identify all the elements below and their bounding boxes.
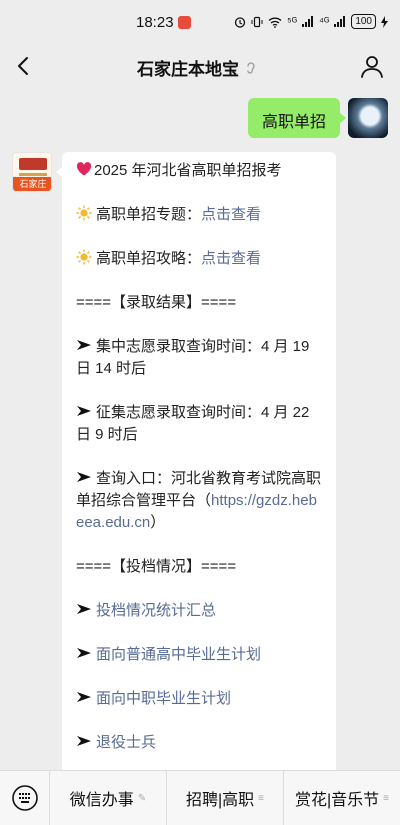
guide-label: 高职单招攻略： bbox=[96, 250, 202, 267]
topic-link[interactable]: 点击查看 bbox=[201, 206, 261, 223]
status-icons: ⁵ᴳ ⁴ᴳ 100 bbox=[234, 14, 388, 29]
profile-button[interactable] bbox=[358, 52, 386, 80]
signal-5g-label: ⁵ᴳ bbox=[287, 15, 298, 28]
section-header-filing: ====【投档情况】==== bbox=[76, 558, 237, 575]
sun-icon bbox=[76, 249, 92, 265]
menu-item-flowers-music[interactable]: 赏花|音乐节 ≡ bbox=[284, 771, 400, 825]
filing-summary-link[interactable]: 投档情况统计汇总 bbox=[96, 602, 216, 619]
menu-item-label: 招聘|高职 bbox=[185, 792, 255, 809]
signal-4g-label: ⁴ᴳ bbox=[319, 15, 330, 28]
arrow-right-icon bbox=[77, 648, 91, 658]
reply-line-veterans: 退役士兵 bbox=[76, 732, 322, 754]
reply-line-supplement-time: 征集志愿录取查询时间：4 月 22 日 9 时后 bbox=[76, 402, 322, 446]
heart-icon bbox=[76, 162, 92, 176]
arrow-right-icon bbox=[77, 692, 91, 702]
menu-item-recruitment[interactable]: 招聘|高职 ≡ bbox=[167, 770, 284, 825]
reply-bubble: 2025 年河北省高职单招报考 高职单招专题：点击查看 高职单招攻略：点击查看 … bbox=[56, 152, 336, 770]
chevron-left-icon bbox=[18, 57, 28, 75]
menu-lines-icon: ≡ bbox=[258, 792, 264, 804]
user-message: 高职单招 bbox=[247, 98, 388, 138]
nav-title: 石家庄本地宝 bbox=[137, 55, 257, 80]
brand-logo bbox=[13, 153, 51, 179]
keyboard-button[interactable] bbox=[0, 770, 50, 825]
reply-title-text: 2025 年河北省高职单招报考 bbox=[94, 162, 282, 179]
battery-indicator: 100 bbox=[351, 14, 376, 29]
arrow-right-icon bbox=[77, 604, 91, 614]
sun-icon bbox=[76, 205, 92, 221]
user-message-bubble[interactable]: 高职单招 bbox=[247, 98, 347, 138]
veterans-link[interactable]: 退役士兵 bbox=[96, 734, 156, 751]
reply-line-entry: 查询入口：河北省教育考试院高职单招综合管理平台（https://gzdz.heb… bbox=[76, 468, 322, 534]
vibrate-icon bbox=[251, 16, 263, 27]
user-avatar[interactable] bbox=[348, 98, 388, 138]
brand-avatar[interactable]: 石家庄 bbox=[12, 152, 52, 192]
ear-icon bbox=[247, 61, 255, 74]
menu-lines-icon: ≡ bbox=[383, 792, 389, 804]
arrow-right-icon bbox=[77, 472, 91, 482]
guide-link[interactable]: 点击查看 bbox=[201, 250, 261, 267]
reply-line-topic: 高职单招专题：点击查看 bbox=[76, 204, 322, 226]
reply-message: 石家庄 2025 年河北省高职单招报考 高职单招专题：点击查看 高职单招攻略：点… bbox=[12, 152, 336, 770]
keyboard-icon bbox=[11, 785, 38, 811]
charging-icon bbox=[381, 15, 388, 28]
highschool-plan-link[interactable]: 面向普通高中毕业生计划 bbox=[96, 646, 261, 663]
notification-icon bbox=[178, 16, 191, 29]
menu-item-label: 赏花|音乐节 bbox=[294, 792, 380, 809]
section-header-results: ====【录取结果】==== bbox=[76, 294, 237, 311]
bottom-menu-bar: 微信办事 ✎ 招聘|高职 ≡ 赏花|音乐节 ≡ bbox=[0, 770, 400, 825]
supplement-time-text: 征集志愿录取查询时间：4 月 22 日 9 时后 bbox=[76, 404, 310, 443]
menu-item-label: 微信办事 bbox=[69, 792, 134, 809]
entry-suffix: ） bbox=[150, 514, 166, 531]
reply-line-central-time: 集中志愿录取查询时间：4 月 19 日 14 时后 bbox=[76, 336, 322, 380]
signal-icon-2 bbox=[334, 16, 346, 27]
nav-bar: 石家庄本地宝 bbox=[0, 44, 400, 88]
back-button[interactable] bbox=[10, 52, 38, 80]
arrow-right-icon bbox=[77, 340, 91, 350]
reply-line-guide: 高职单招攻略：点击查看 bbox=[76, 248, 322, 270]
alarm-icon bbox=[234, 16, 246, 28]
person-icon bbox=[361, 56, 383, 78]
menu-item-wechat-services[interactable]: 微信办事 ✎ bbox=[50, 770, 167, 825]
wifi-icon bbox=[268, 17, 282, 28]
status-bar: 18:23 ⁵ᴳ ⁴ᴳ 100 bbox=[0, 0, 400, 44]
page-title: 石家庄本地宝 bbox=[137, 60, 239, 79]
chat-area[interactable]: 高职单招 石家庄 2025 年河北省高职单招报考 高职单招专题：点击查看 高职单… bbox=[0, 88, 400, 770]
arrow-right-icon bbox=[77, 736, 91, 746]
signal-icon bbox=[302, 16, 314, 27]
brand-avatar-label: 石家庄 bbox=[13, 177, 51, 191]
status-time: 18:23 bbox=[136, 14, 174, 31]
reply-line-vocational-plan: 面向中职毕业生计划 bbox=[76, 688, 322, 710]
reply-line-filing-summary: 投档情况统计汇总 bbox=[76, 600, 322, 622]
pencil-icon: ✎ bbox=[137, 792, 147, 804]
reply-line-title: 2025 年河北省高职单招报考 bbox=[76, 160, 322, 182]
central-time-text: 集中志愿录取查询时间：4 月 19 日 14 时后 bbox=[76, 338, 310, 377]
reply-line-highschool-plan: 面向普通高中毕业生计划 bbox=[76, 644, 322, 666]
arrow-right-icon bbox=[77, 406, 91, 416]
vocational-plan-link[interactable]: 面向中职毕业生计划 bbox=[96, 690, 231, 707]
topic-label: 高职单招专题： bbox=[96, 206, 202, 223]
